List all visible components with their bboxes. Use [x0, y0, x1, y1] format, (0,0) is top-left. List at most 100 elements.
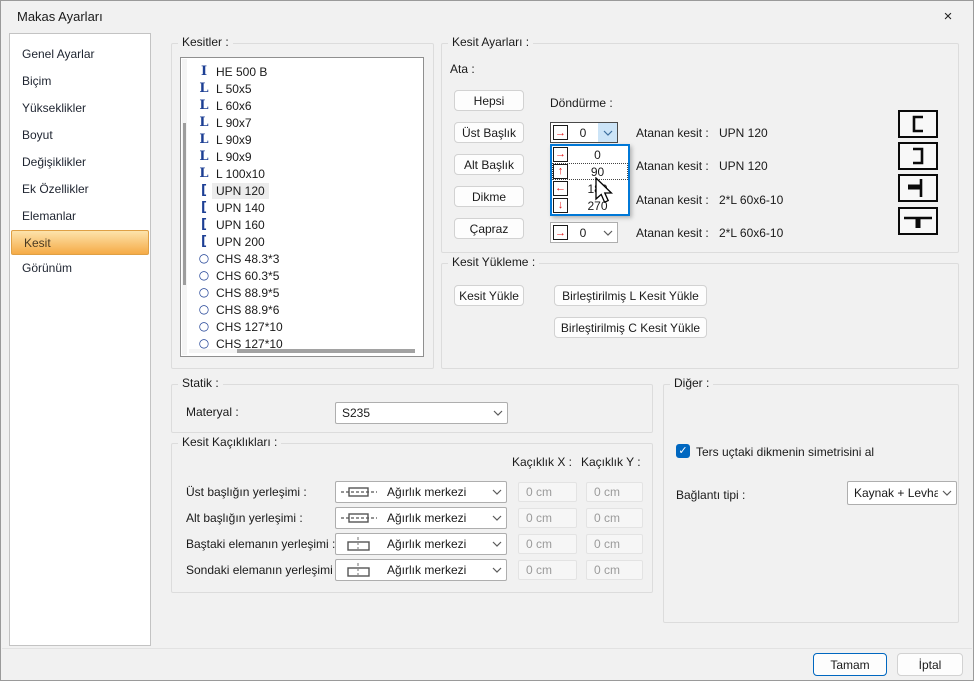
rotation-combo-bottom[interactable]: → 0 [550, 222, 618, 243]
list-item[interactable]: CHS 127*10 [196, 318, 419, 335]
rotation-value: 0 [568, 126, 598, 140]
list-horizontal-scrollbar[interactable] [189, 349, 415, 353]
close-icon[interactable]: × [937, 7, 959, 27]
chevron-down-icon[interactable] [598, 223, 617, 242]
list-item[interactable]: UPN 200 [196, 233, 419, 250]
sidebar-item-boyut[interactable]: Boyut [10, 122, 150, 149]
list-item[interactable]: L 90x7 [196, 114, 419, 131]
channel-open-right-icon[interactable] [898, 110, 938, 138]
dialog-title: Makas Ayarları [17, 9, 103, 24]
ust-baslik-yerlesim-combo[interactable]: Ağırlık merkezi [335, 481, 507, 503]
iptal-button[interactable]: İptal [897, 653, 963, 676]
list-item[interactable]: CHS 88.9*6 [196, 301, 419, 318]
ata-label: Ata : [450, 62, 475, 76]
sidebar-item-kesit[interactable]: Kesit [11, 230, 149, 255]
materyal-combo[interactable]: S235 [335, 402, 508, 424]
horizontal-scrollbar-thumb[interactable] [237, 349, 415, 353]
kesitler-group: Kesitler : HE 500 B L 50x5 L 60x6 L 90x7… [171, 43, 434, 369]
section-icon [196, 114, 212, 131]
footer-divider [2, 648, 972, 649]
flange-placement-icon [339, 485, 379, 499]
atanan-kesit-value: UPN 120 [719, 159, 768, 173]
sidebar-item-degisiklikler[interactable]: Değişiklikler [10, 149, 150, 176]
sidebar-item-elemanlar[interactable]: Elemanlar [10, 203, 150, 230]
placement-value: Ağırlık merkezi [379, 563, 488, 577]
materyal-value: S235 [342, 406, 489, 420]
tee-section-icon[interactable] [898, 207, 938, 235]
list-item[interactable]: UPN 140 [196, 199, 419, 216]
placement-value: Ağırlık merkezi [379, 537, 488, 551]
kesit-yukle-button[interactable]: Kesit Yükle [454, 285, 524, 306]
alt-baslik-button[interactable]: Alt Başlık [454, 154, 524, 175]
list-item[interactable]: L 90x9 [196, 131, 419, 148]
simetri-checkbox[interactable]: ✓ [676, 444, 690, 458]
capraz-button[interactable]: Çapraz [454, 218, 524, 239]
chevron-down-icon [488, 482, 506, 502]
list-item-label: CHS 48.3*3 [212, 251, 283, 267]
sections-list[interactable]: HE 500 B L 50x5 L 60x6 L 90x7 L 90x9 L 9… [180, 57, 424, 357]
rotation-combo-top[interactable]: → 0 [550, 122, 618, 143]
kaciklik-x-input: 0 cm [518, 560, 577, 580]
section-icon [196, 267, 212, 284]
atanan-kesit-label: Atanan kesit : [636, 126, 709, 140]
section-icon [196, 233, 212, 250]
section-icon [196, 63, 212, 80]
kaciklik-y-input: 0 cm [586, 508, 643, 528]
sidebar-item-gorunum[interactable]: Görünüm [10, 255, 150, 282]
section-icon [196, 80, 212, 97]
list-item[interactable]: UPN 160 [196, 216, 419, 233]
list-item[interactable]: L 90x9 [196, 148, 419, 165]
list-item-label: UPN 200 [212, 234, 269, 250]
kaciklik-y-input: 0 cm [586, 534, 643, 554]
section-icon [196, 318, 212, 335]
baglanti-tipi-combo[interactable]: Kaynak + Levha [847, 481, 957, 505]
list-item-label: CHS 127*10 [212, 319, 287, 335]
channel-open-left-icon[interactable] [898, 142, 938, 170]
sidebar-item-genel-ayarlar[interactable]: Genel Ayarlar [10, 41, 150, 68]
chevron-down-icon[interactable] [598, 123, 617, 142]
placement-value: Ağırlık merkezi [379, 511, 488, 525]
list-item-label: CHS 88.9*6 [212, 302, 283, 318]
rotation-option-0[interactable]: → 0 [552, 146, 628, 163]
angle-section-icon[interactable] [898, 174, 938, 202]
list-item[interactable]: CHS 48.3*3 [196, 250, 419, 267]
list-item[interactable]: L 60x6 [196, 97, 419, 114]
section-icon [196, 216, 212, 233]
list-item-label: CHS 60.3*5 [212, 268, 283, 284]
list-item[interactable]: CHS 60.3*5 [196, 267, 419, 284]
baglanti-tipi-value: Kaynak + Levha [854, 486, 938, 500]
makas-ayarlari-dialog: Makas Ayarları × Genel Ayarlar Biçim Yük… [0, 0, 974, 681]
list-vertical-scrollbar[interactable] [182, 59, 187, 355]
simetri-checkbox-label[interactable]: Ters uçtaki dikmenin simetrisini al [696, 445, 874, 459]
sondaki-eleman-yerlesim-combo[interactable]: Ağırlık merkezi [335, 559, 507, 581]
section-icon [196, 199, 212, 216]
list-item[interactable]: HE 500 B [196, 63, 419, 80]
list-item-label: UPN 140 [212, 200, 269, 216]
hepsi-button[interactable]: Hepsi [454, 90, 524, 111]
list-item[interactable]: L 100x10 [196, 165, 419, 182]
list-item-selected[interactable]: UPN 120 [196, 182, 419, 199]
list-item[interactable]: CHS 88.9*5 [196, 284, 419, 301]
sidebar-item-bicim[interactable]: Biçim [10, 68, 150, 95]
alt-baslik-yerlesim-combo[interactable]: Ağırlık merkezi [335, 507, 507, 529]
sidebar-item-ek-ozellikler[interactable]: Ek Özellikler [10, 176, 150, 203]
bastaki-eleman-yerlesim-combo[interactable]: Ağırlık merkezi [335, 533, 507, 555]
rotation-option-180[interactable]: ← 180 [552, 180, 628, 197]
materyal-label: Materyal : [186, 405, 239, 419]
list-item-label: HE 500 B [212, 64, 271, 80]
birlestirilmis-c-kesit-yukle-button[interactable]: Birleştirilmiş C Kesit Yükle [554, 317, 707, 338]
ust-baslik-button[interactable]: Üst Başlık [454, 122, 524, 143]
vertical-scrollbar-thumb[interactable] [183, 123, 186, 285]
sidebar: Genel Ayarlar Biçim Yükseklikler Boyut D… [9, 33, 151, 646]
list-item[interactable]: L 50x5 [196, 80, 419, 97]
tamam-button[interactable]: Tamam [813, 653, 887, 676]
birlestirilmis-l-kesit-yukle-button[interactable]: Birleştirilmiş L Kesit Yükle [554, 285, 707, 306]
arrow-left-icon: ← [553, 181, 568, 196]
sidebar-item-yukseklikler[interactable]: Yükseklikler [10, 95, 150, 122]
member-placement-icon [339, 536, 379, 552]
section-icon [196, 165, 212, 182]
rotation-option-270[interactable]: ↓ 270 [552, 197, 628, 214]
kesitler-group-label: Kesitler : [178, 35, 233, 49]
dikme-button[interactable]: Dikme [454, 186, 524, 207]
rotation-option-90[interactable]: ↑ 90 [552, 163, 628, 180]
